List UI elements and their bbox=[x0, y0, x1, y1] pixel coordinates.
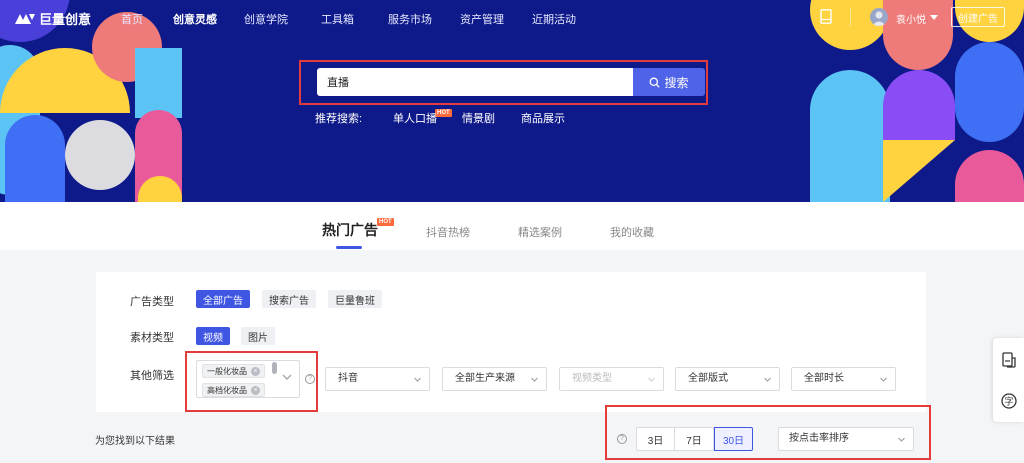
tab-hot-ads[interactable]: 热门广告 bbox=[322, 220, 378, 240]
subtitle-icon[interactable]: 字 bbox=[1001, 393, 1017, 409]
period-3-days-button[interactable]: 3日 bbox=[636, 427, 675, 451]
user-menu-caret-icon[interactable] bbox=[930, 15, 938, 20]
nav-item-recent-events[interactable]: 近期活动 bbox=[532, 11, 576, 27]
recommend-item-skit[interactable]: 情景剧 bbox=[462, 110, 495, 126]
user-avatar[interactable] bbox=[870, 8, 888, 26]
tag-premium-cosmetics[interactable]: 高档化妆品 × bbox=[202, 383, 265, 397]
tag-label: 一般化妆品 bbox=[207, 366, 247, 376]
logo-icon bbox=[15, 13, 35, 24]
chevron-down-icon bbox=[764, 377, 771, 382]
hot-badge: HOT bbox=[435, 109, 452, 117]
select-value: 视频类型 bbox=[572, 373, 612, 384]
decor-shape bbox=[5, 115, 65, 202]
period-30-days-button[interactable]: 30日 bbox=[714, 427, 753, 451]
create-ad-button[interactable]: 创建广告 bbox=[951, 7, 1005, 27]
tab-featured-cases[interactable]: 精选案例 bbox=[518, 224, 562, 240]
mobile-device-icon[interactable] bbox=[820, 9, 832, 24]
chip-all-ads[interactable]: 全部广告 bbox=[196, 290, 250, 308]
nav-item-toolbox[interactable]: 工具箱 bbox=[321, 11, 354, 27]
user-name[interactable]: 袁小悦 bbox=[896, 11, 926, 26]
recommend-item-product-display[interactable]: 商品展示 bbox=[521, 110, 565, 126]
chevron-down-icon[interactable] bbox=[282, 372, 292, 382]
platform-select[interactable]: 抖音 bbox=[325, 367, 430, 391]
select-value: 全部版式 bbox=[688, 373, 728, 384]
duration-select[interactable]: 全部时长 bbox=[791, 367, 896, 391]
decor-shape bbox=[810, 70, 890, 202]
brand-logo[interactable]: 巨量创意 bbox=[15, 9, 91, 28]
chip-search-ads[interactable]: 搜索广告 bbox=[262, 290, 316, 308]
decor-shape bbox=[955, 150, 1024, 202]
recommend-label: 推荐搜索: bbox=[315, 113, 363, 125]
recommend-item-solo-talk[interactable]: 单人口播 bbox=[393, 110, 437, 126]
avatar-icon bbox=[872, 11, 886, 26]
other-filters-label: 其他筛选 bbox=[130, 370, 174, 382]
chevron-down-icon bbox=[414, 377, 421, 382]
active-tab-indicator bbox=[336, 246, 362, 249]
decor-shape bbox=[135, 48, 182, 118]
decor-shape bbox=[955, 42, 1024, 142]
help-icon[interactable]: ? bbox=[305, 374, 315, 384]
search-icon bbox=[650, 77, 661, 88]
decor-shape bbox=[883, 70, 955, 140]
chip-video[interactable]: 视频 bbox=[196, 327, 230, 345]
nav-item-asset-management[interactable]: 资产管理 bbox=[460, 11, 504, 27]
ad-type-label: 广告类型 bbox=[130, 296, 174, 308]
tag-general-cosmetics[interactable]: 一般化妆品 × bbox=[202, 364, 265, 378]
nav-item-academy[interactable]: 创意学院 bbox=[244, 11, 288, 27]
decor-shape bbox=[65, 120, 135, 190]
select-value: 全部生产来源 bbox=[455, 373, 515, 384]
hot-badge: HOT bbox=[377, 218, 394, 226]
period-7-days-button[interactable]: 7日 bbox=[675, 427, 714, 451]
chip-image[interactable]: 图片 bbox=[241, 327, 275, 345]
nav-item-home[interactable]: 首页 bbox=[121, 11, 143, 27]
chevron-down-icon bbox=[531, 377, 538, 382]
content-tabs: 热门广告 HOT 抖音热榜 精选案例 我的收藏 bbox=[0, 202, 1024, 250]
tab-my-favorites[interactable]: 我的收藏 bbox=[610, 224, 654, 240]
nav-item-inspiration[interactable]: 创意灵感 bbox=[173, 11, 217, 27]
source-select[interactable]: 全部生产来源 bbox=[442, 367, 547, 391]
select-value: 全部时长 bbox=[804, 373, 844, 384]
help-icon[interactable]: ? bbox=[617, 434, 627, 444]
search-input[interactable] bbox=[317, 68, 633, 96]
svg-text:字: 字 bbox=[1004, 396, 1013, 408]
side-toolbar: 字 bbox=[993, 338, 1024, 422]
tag-label: 高档化妆品 bbox=[207, 385, 247, 395]
chevron-down-icon bbox=[648, 377, 655, 382]
search-button-label: 搜索 bbox=[664, 75, 689, 90]
results-summary: 为您找到以下结果 bbox=[95, 436, 175, 447]
sort-select[interactable]: 按点击率排序 bbox=[778, 427, 914, 451]
close-icon[interactable]: × bbox=[251, 366, 260, 376]
chip-luban[interactable]: 巨量鲁班 bbox=[328, 290, 382, 308]
tab-douyin-chart[interactable]: 抖音热榜 bbox=[426, 224, 470, 240]
brand-name: 巨量创意 bbox=[39, 12, 92, 27]
nav-item-service-market[interactable]: 服务市场 bbox=[388, 11, 432, 27]
layout-select[interactable]: 全部版式 bbox=[675, 367, 780, 391]
document-icon[interactable] bbox=[1001, 352, 1017, 368]
search-button[interactable]: 搜索 bbox=[633, 68, 705, 96]
select-value: 抖音 bbox=[338, 373, 358, 384]
select-value: 按点击率排序 bbox=[789, 433, 849, 444]
chevron-down-icon bbox=[880, 377, 887, 382]
material-type-label: 素材类型 bbox=[130, 332, 174, 344]
top-nav: 巨量创意 首页 创意灵感 创意学院 工具箱 服务市场 资产管理 近期活动 袁小悦… bbox=[0, 0, 1024, 34]
chevron-down-icon bbox=[898, 437, 905, 442]
decor-shape bbox=[883, 140, 955, 202]
close-icon[interactable]: × bbox=[251, 385, 260, 395]
video-type-select: 视频类型 bbox=[559, 367, 664, 391]
multiselect-scrollbar[interactable] bbox=[272, 362, 277, 374]
nav-divider bbox=[850, 8, 851, 26]
